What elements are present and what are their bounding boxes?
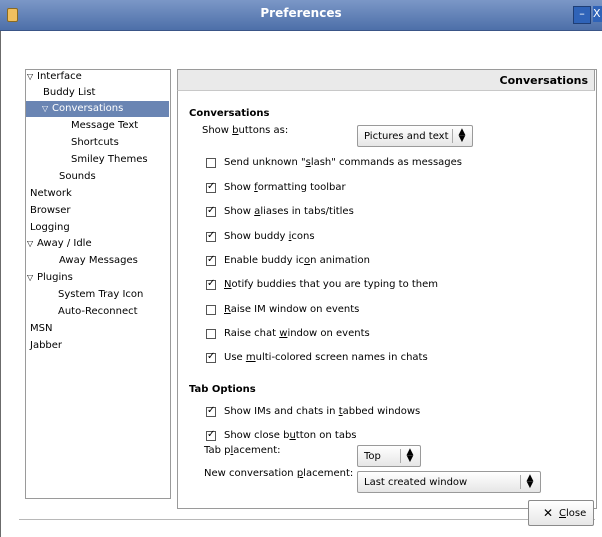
tab-placement-label: Tab placement: [204,445,281,456]
tree-item-msn[interactable]: MSN [30,321,52,337]
tree-item-network[interactable]: Network [30,186,72,202]
tree-item-away-idle[interactable]: ▽ Away / Idle [27,236,92,252]
panel-title: Conversations [499,74,588,87]
tab-placement-select[interactable]: Top ▲ ▼ [357,445,421,467]
tree-item-logging[interactable]: Logging [30,220,70,236]
title-bar: Preferences – X [0,0,602,31]
option-raise-chat-window[interactable]: Raise chat window on events [206,328,370,339]
expand-triangle-icon[interactable]: ▽ [27,270,37,286]
tree-item-sounds[interactable]: Sounds [59,169,96,185]
tree-item-buddy-list[interactable]: Buddy List [43,85,95,101]
expand-triangle-icon[interactable]: ▽ [42,101,52,117]
tree-item-away-messages[interactable]: Away Messages [59,253,138,269]
panel-header: Conversations [177,69,595,91]
expand-triangle-icon[interactable]: ▽ [27,236,37,252]
checkbox[interactable] [206,181,216,193]
close-icon: ✕ [543,506,554,520]
option-show-formatting-toolbar[interactable]: Show formatting toolbar [206,181,346,193]
option-send-slash-commands[interactable]: Send unknown "slash" commands as message… [206,157,462,168]
section-tab-options: Tab Options [189,384,256,395]
spin-arrows-icon: ▲ ▼ [458,127,466,144]
tree-item-shortcuts[interactable]: Shortcuts [71,135,119,151]
spin-arrows-icon: ▲ ▼ [526,473,534,490]
checkbox[interactable] [206,429,216,441]
option-close-button-tabs[interactable]: Show close button on tabs [206,429,357,441]
option-show-aliases[interactable]: Show aliases in tabs/titles [206,205,354,217]
preferences-window: ▽ Interface Buddy List ▽ Conversations Mes… [0,31,602,537]
option-notify-typing[interactable]: Notify buddies that you are typing to th… [206,278,438,290]
checkbox[interactable] [206,405,216,417]
tree-item-plugins[interactable]: ▽ Plugins [27,270,73,286]
checkbox[interactable] [206,304,216,315]
checkbox[interactable] [206,230,216,242]
minimize-button[interactable]: – [573,6,591,24]
checkbox[interactable] [206,254,216,266]
tree-item-auto-reconnect[interactable]: Auto-Reconnect [58,304,138,320]
window-close-button[interactable]: X [593,6,602,22]
option-multicolored-names[interactable]: Use multi-colored screen names in chats [206,351,428,363]
show-buttons-select[interactable]: Pictures and text ▲ ▼ [357,125,473,147]
option-show-buddy-icons[interactable]: Show buddy icons [206,230,315,242]
window-title: Preferences [260,6,342,20]
new-conversation-placement-select[interactable]: Last created window ▲ ▼ [357,471,541,493]
checkbox[interactable] [206,205,216,217]
tree-item-smiley-themes[interactable]: Smiley Themes [71,152,148,168]
tree-item-browser[interactable]: Browser [30,203,71,219]
tree-item-conversations[interactable]: ▽ Conversations [26,101,169,117]
show-buttons-label: Show buttons as: [202,125,289,136]
checkbox[interactable] [206,278,216,290]
new-conversation-placement-label: New conversation placement: [204,468,354,479]
tree-item-system-tray-icon[interactable]: System Tray Icon [58,287,143,303]
tree-item-message-text[interactable]: Message Text [71,118,138,134]
footer-divider [19,519,595,520]
checkbox[interactable] [206,351,216,363]
expand-triangle-icon[interactable]: ▽ [27,69,37,85]
spin-arrows-icon: ▲ ▼ [406,447,414,464]
option-tabbed-windows[interactable]: Show IMs and chats in tabbed windows [206,405,420,417]
option-raise-im-window[interactable]: Raise IM window on events [206,304,359,315]
close-button[interactable]: ✕ Close [528,500,594,526]
option-buddy-icon-animation[interactable]: Enable buddy icon animation [206,254,370,266]
checkbox[interactable] [206,328,216,339]
checkbox[interactable] [206,157,216,168]
tree-item-interface[interactable]: ▽ Interface [27,69,82,85]
tree-item-jabber[interactable]: Jabber [30,338,62,354]
section-conversations: Conversations [189,108,270,119]
